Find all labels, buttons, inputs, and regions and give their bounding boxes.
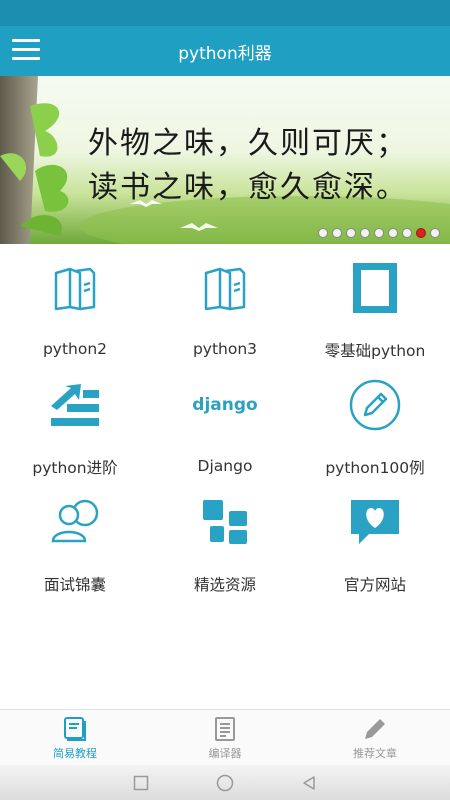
carousel-dot[interactable]: [430, 228, 440, 238]
carousel-dot[interactable]: [318, 228, 328, 238]
document-icon: [211, 715, 239, 743]
tab-label: 推荐文章: [353, 746, 397, 760]
users-icon: [43, 490, 107, 553]
home-button[interactable]: [214, 772, 236, 794]
system-navigation-bar: [0, 765, 450, 800]
bottom-navigation: 简易教程 编译器 推荐文章: [0, 709, 450, 765]
grid-item-interview-tips[interactable]: 面试锦囊: [0, 478, 150, 595]
feature-grid: python2 python3 零基础python python进阶 djang…: [0, 244, 450, 595]
grid-item-python-advanced[interactable]: python进阶: [0, 361, 150, 478]
grid-label: python2: [42, 340, 108, 358]
tab-simple-tutorial[interactable]: 简易教程: [0, 710, 150, 765]
carousel-dot[interactable]: [346, 228, 356, 238]
carousel-dot[interactable]: [332, 228, 342, 238]
carousel-dot[interactable]: [416, 228, 426, 238]
grid-item-python2[interactable]: python2: [0, 244, 150, 361]
banner-carousel[interactable]: 外物之味，久则可厌； 读书之味，愈久愈深。: [0, 76, 450, 244]
blocks-icon: [193, 490, 257, 553]
book-tutorial-icon: [61, 715, 89, 743]
tab-recommended-articles[interactable]: 推荐文章: [300, 710, 450, 765]
grid-item-beginner-python[interactable]: 零基础python: [300, 244, 450, 361]
grid-item-python3[interactable]: python3: [150, 244, 300, 361]
grid-item-selected-resources[interactable]: 精选资源: [150, 478, 300, 595]
grid-label: python100例: [325, 459, 425, 477]
advance-arrow-icon: [43, 373, 107, 436]
book-icon: [193, 256, 257, 320]
banner-line-1: 外物之味，久则可厌；: [88, 126, 408, 161]
book-icon: [43, 256, 107, 320]
banner-line-2: 读书之味，愈久愈深。: [88, 170, 408, 205]
pencil-circle-icon: [343, 373, 407, 436]
grid-item-official-website[interactable]: 官方网站: [300, 478, 450, 595]
grid-item-django[interactable]: django Django: [150, 361, 300, 478]
carousel-dot[interactable]: [360, 228, 370, 238]
status-bar: [0, 0, 450, 26]
grid-item-python-100-examples[interactable]: python100例: [300, 361, 450, 478]
tab-compiler[interactable]: 编译器: [150, 710, 300, 765]
square-frame-icon: [343, 256, 407, 319]
grid-label: 面试锦囊: [43, 576, 106, 594]
django-logo-text: django: [192, 395, 258, 415]
tab-label: 编译器: [208, 746, 242, 760]
tab-label: 简易教程: [53, 746, 97, 760]
app-bar: python利器: [0, 26, 450, 76]
carousel-indicators: [318, 228, 440, 238]
pencil-icon: [361, 715, 389, 743]
grid-label: python进阶: [32, 459, 118, 477]
grid-label: Django: [197, 457, 253, 475]
heart-chat-icon: [343, 490, 407, 553]
back-button[interactable]: [298, 772, 320, 794]
recent-apps-button[interactable]: [130, 772, 152, 794]
django-logo-icon: django: [192, 373, 258, 437]
hamburger-menu-icon[interactable]: [12, 39, 40, 63]
carousel-dot[interactable]: [402, 228, 412, 238]
grid-label: 精选资源: [193, 576, 256, 594]
carousel-dot[interactable]: [388, 228, 398, 238]
app-title: python利器: [178, 43, 272, 64]
carousel-dot[interactable]: [374, 228, 384, 238]
grid-label: python3: [192, 340, 258, 358]
grid-label: 官方网站: [343, 576, 406, 594]
grid-label: 零基础python: [324, 342, 426, 360]
